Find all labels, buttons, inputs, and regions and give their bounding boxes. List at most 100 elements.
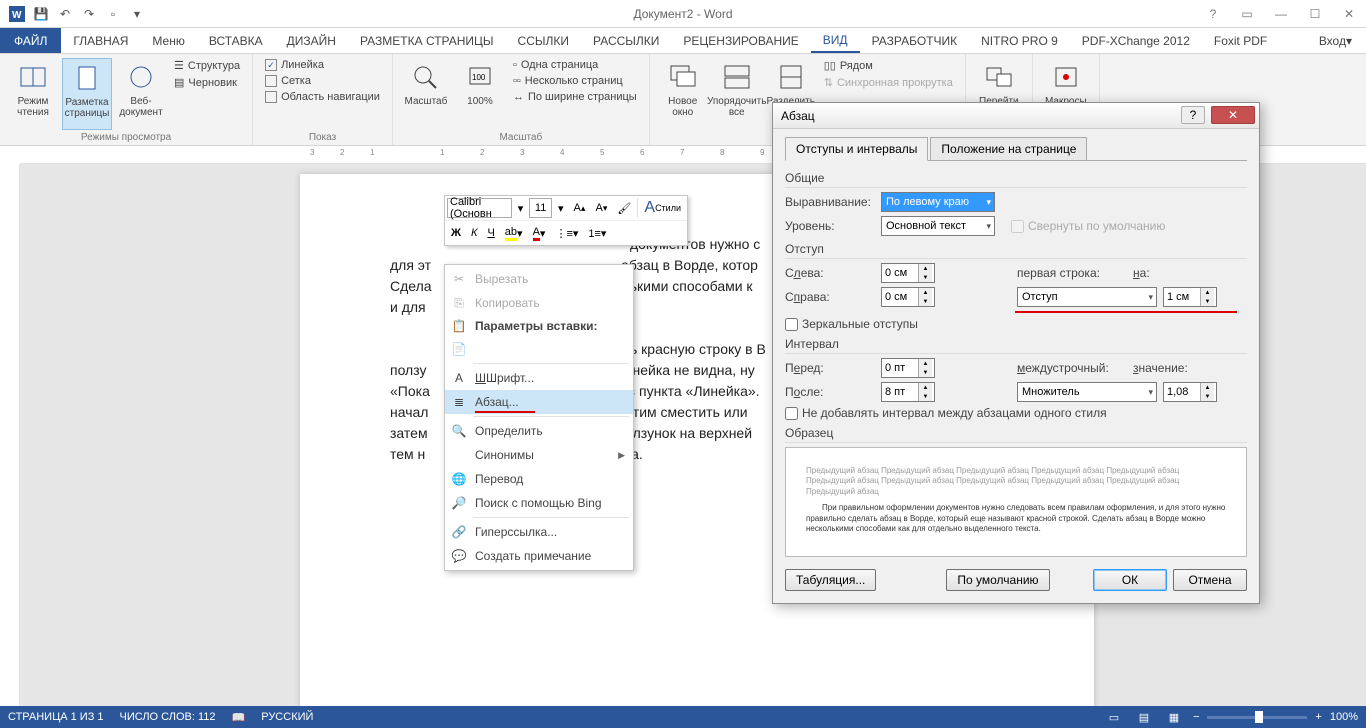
numbering-button[interactable]: 1≡▾ bbox=[584, 223, 610, 243]
ok-button[interactable]: ОК bbox=[1093, 569, 1167, 591]
ctx-font[interactable]: AШШрифт... bbox=[445, 366, 633, 390]
tab-menu[interactable]: Меню bbox=[140, 28, 196, 53]
zoom-100-button[interactable]: 100 100% bbox=[455, 58, 505, 130]
underline-button[interactable]: Ч bbox=[483, 223, 498, 243]
web-view-icon[interactable]: ▦ bbox=[1163, 708, 1185, 726]
ctx-paste-option[interactable]: 📄 bbox=[445, 337, 633, 361]
format-painter-icon[interactable]: 🖌 bbox=[613, 198, 635, 218]
tab-home[interactable]: ГЛАВНАЯ bbox=[61, 28, 140, 53]
tab-references[interactable]: ССЫЛКИ bbox=[506, 28, 581, 53]
tab-file[interactable]: ФАЙЛ bbox=[0, 28, 61, 53]
tab-nitro[interactable]: NITRO PRO 9 bbox=[969, 28, 1070, 53]
firstline-select[interactable]: Отступ bbox=[1017, 287, 1157, 307]
tab-design[interactable]: ДИЗАЙН bbox=[275, 28, 348, 53]
print-view-icon[interactable]: ▤ bbox=[1133, 708, 1155, 726]
undo-icon[interactable]: ↶ bbox=[54, 3, 76, 25]
right-indent-spinner[interactable]: ▲▼ bbox=[881, 287, 935, 307]
gridlines-checkbox[interactable]: Сетка bbox=[261, 74, 384, 88]
outline-button[interactable]: ☰Структура bbox=[170, 58, 244, 73]
tab-developer[interactable]: РАЗРАБОТЧИК bbox=[860, 28, 970, 53]
dialog-tab-indents[interactable]: Отступы и интервалы bbox=[785, 137, 928, 161]
zoom-out-button[interactable]: − bbox=[1193, 711, 1199, 723]
qat-more-icon[interactable]: ▾ bbox=[126, 3, 148, 25]
size-dropdown-icon[interactable]: ▾ bbox=[554, 198, 568, 218]
tab-foxit[interactable]: Foxit PDF bbox=[1202, 28, 1279, 53]
side-by-side-button[interactable]: ▯▯Рядом bbox=[820, 58, 957, 73]
collapse-checkbox[interactable]: Свернуты по умолчанию bbox=[1011, 219, 1165, 233]
dialog-close-button[interactable]: ✕ bbox=[1211, 106, 1255, 124]
minimize-icon[interactable]: — bbox=[1268, 4, 1294, 24]
linespacing-select[interactable]: Множитель bbox=[1017, 382, 1157, 402]
read-mode-button[interactable]: Режим чтения bbox=[8, 58, 58, 130]
new-doc-icon[interactable]: ▫ bbox=[102, 3, 124, 25]
mirror-indents-checkbox[interactable]: Зеркальные отступы bbox=[785, 317, 1247, 331]
highlight-button[interactable]: ab▾ bbox=[501, 223, 527, 243]
arrange-all-button[interactable]: Упорядочить все bbox=[712, 58, 762, 130]
after-spinner[interactable]: ▲▼ bbox=[881, 382, 935, 402]
word-count[interactable]: ЧИСЛО СЛОВ: 112 bbox=[120, 711, 216, 723]
font-color-button[interactable]: A▾ bbox=[529, 223, 550, 243]
italic-button[interactable]: К bbox=[467, 223, 481, 243]
font-selector[interactable]: Calibri (Основн bbox=[447, 198, 512, 218]
navpane-checkbox[interactable]: Область навигации bbox=[261, 90, 384, 104]
dialog-help-button[interactable]: ? bbox=[1181, 106, 1205, 124]
sync-scroll-button[interactable]: ⇅Синхронная прокрутка bbox=[820, 75, 957, 90]
save-icon[interactable]: 💾 bbox=[30, 3, 52, 25]
firstline-value-spinner[interactable]: ▲▼ bbox=[1163, 287, 1217, 307]
ctx-hyperlink[interactable]: 🔗Гиперссылка... bbox=[445, 520, 633, 544]
ctx-copy[interactable]: ⎘Копировать bbox=[445, 291, 633, 315]
ruler-vertical[interactable] bbox=[0, 164, 20, 706]
page-indicator[interactable]: СТРАНИЦА 1 ИЗ 1 bbox=[8, 711, 104, 723]
ctx-paragraph[interactable]: ≣Абзац... bbox=[445, 390, 633, 414]
before-spinner[interactable]: ▲▼ bbox=[881, 358, 935, 378]
ctx-bing-search[interactable]: 🔎Поиск с помощью Bing bbox=[445, 491, 633, 515]
alignment-select[interactable]: По левому краю bbox=[881, 192, 995, 212]
language-indicator[interactable]: РУССКИЙ bbox=[261, 711, 313, 723]
page-width-button[interactable]: ↔По ширине страницы bbox=[509, 90, 641, 104]
ctx-comment[interactable]: 💬Создать примечание bbox=[445, 544, 633, 568]
noadd-spacing-checkbox[interactable]: Не добавлять интервал между абзацами одн… bbox=[785, 406, 1247, 420]
tab-mailings[interactable]: РАССЫЛКИ bbox=[581, 28, 671, 53]
grow-font-icon[interactable]: A▴ bbox=[570, 198, 590, 218]
maximize-icon[interactable]: ☐ bbox=[1302, 4, 1328, 24]
zoom-level[interactable]: 100% bbox=[1330, 711, 1358, 723]
ruler-checkbox[interactable]: ✓Линейка bbox=[261, 58, 384, 72]
tabs-button[interactable]: Табуляция... bbox=[785, 569, 876, 591]
styles-button[interactable]: AСтили bbox=[637, 198, 685, 218]
zoom-button[interactable]: Масштаб bbox=[401, 58, 451, 130]
size-selector[interactable]: 11 bbox=[529, 198, 552, 218]
multi-page-button[interactable]: ▫▫Несколько страниц bbox=[509, 74, 641, 88]
shrink-font-icon[interactable]: A▾ bbox=[591, 198, 611, 218]
bold-button[interactable]: Ж bbox=[447, 223, 465, 243]
web-layout-button[interactable]: Веб-документ bbox=[116, 58, 166, 130]
font-dropdown-icon[interactable]: ▾ bbox=[514, 198, 528, 218]
zoom-slider[interactable] bbox=[1207, 716, 1307, 719]
redo-icon[interactable]: ↷ bbox=[78, 3, 100, 25]
close-icon[interactable]: ✕ bbox=[1336, 4, 1362, 24]
word-icon[interactable]: W bbox=[6, 3, 28, 25]
level-select[interactable]: Основной текст bbox=[881, 216, 995, 236]
dialog-titlebar[interactable]: Абзац ? ✕ bbox=[773, 103, 1259, 129]
ctx-translate[interactable]: 🌐Перевод bbox=[445, 467, 633, 491]
bullets-button[interactable]: ⋮≡▾ bbox=[551, 223, 582, 243]
dialog-tab-position[interactable]: Положение на странице bbox=[930, 137, 1087, 161]
spellcheck-icon[interactable]: 📖 bbox=[232, 711, 246, 724]
ctx-synonyms[interactable]: Синонимы▶ bbox=[445, 443, 633, 467]
default-button[interactable]: По умолчанию bbox=[946, 569, 1049, 591]
ribbon-opts-icon[interactable]: ▭ bbox=[1234, 4, 1260, 24]
help-icon[interactable]: ? bbox=[1200, 4, 1226, 24]
ctx-cut[interactable]: ✂Вырезать bbox=[445, 267, 633, 291]
tab-review[interactable]: РЕЦЕНЗИРОВАНИЕ bbox=[671, 28, 810, 53]
tab-pdfxchange[interactable]: PDF-XChange 2012 bbox=[1070, 28, 1202, 53]
one-page-button[interactable]: ▫Одна страница bbox=[509, 58, 641, 72]
login-button[interactable]: Вход ▾ bbox=[1305, 28, 1366, 53]
tab-view[interactable]: ВИД bbox=[811, 28, 860, 53]
ctx-define[interactable]: 🔍Определить bbox=[445, 419, 633, 443]
left-indent-spinner[interactable]: ▲▼ bbox=[881, 263, 935, 283]
tab-pagelayout[interactable]: РАЗМЕТКА СТРАНИЦЫ bbox=[348, 28, 506, 53]
page-layout-button[interactable]: Разметка страницы bbox=[62, 58, 112, 130]
draft-button[interactable]: ▤Черновик bbox=[170, 75, 244, 90]
read-view-icon[interactable]: ▭ bbox=[1103, 708, 1125, 726]
new-window-button[interactable]: Новое окно bbox=[658, 58, 708, 130]
linespacing-value-spinner[interactable]: ▲▼ bbox=[1163, 382, 1217, 402]
